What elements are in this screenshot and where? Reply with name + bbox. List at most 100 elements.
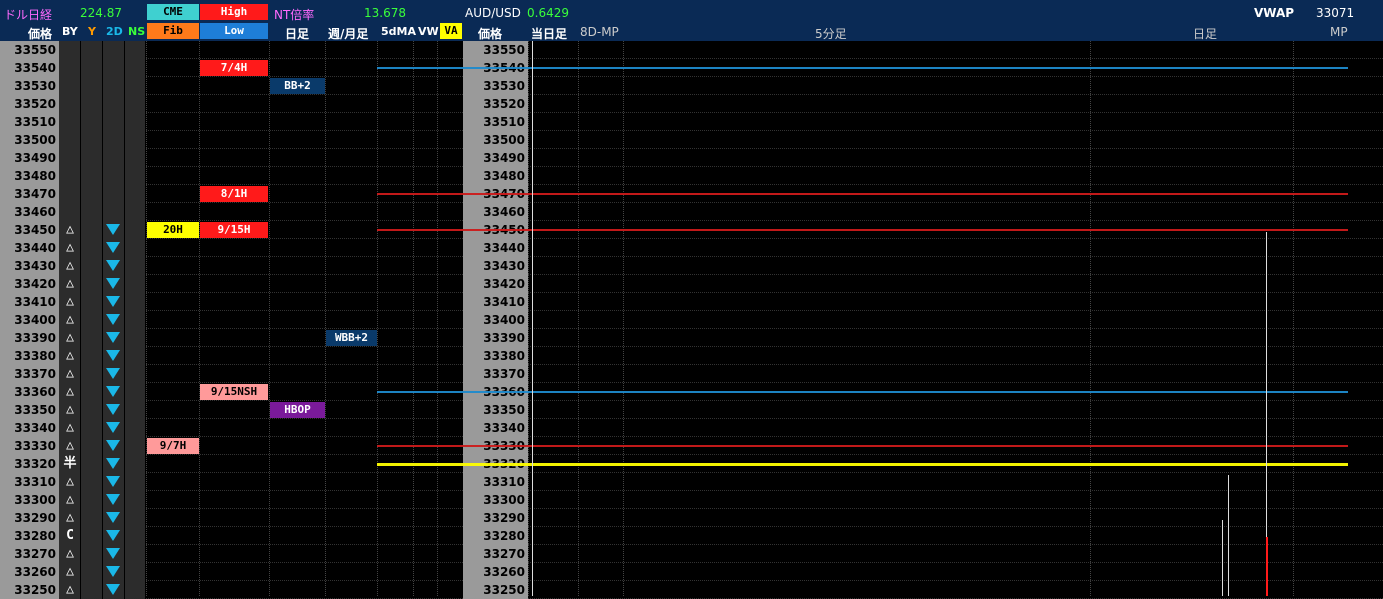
down-triangle-icon — [106, 404, 120, 415]
price-cell-right[interactable]: 33430 — [463, 257, 528, 275]
price-cell[interactable]: 33450 — [0, 221, 59, 239]
price-cell-right[interactable]: 33280 — [463, 527, 528, 545]
down-triangle-icon — [106, 422, 120, 433]
price-cell[interactable]: 33530 — [0, 77, 59, 95]
price-row: 33280 C 33280 — [0, 527, 1383, 545]
down-triangle-icon — [106, 278, 120, 289]
price-cell[interactable]: 33510 — [0, 113, 59, 131]
price-cell-right[interactable]: 33440 — [463, 239, 528, 257]
price-cell[interactable]: 33430 — [0, 257, 59, 275]
mp-profile-line — [1228, 475, 1229, 596]
mp-header: MP — [1330, 25, 1348, 39]
price-cell-right[interactable]: 33500 — [463, 131, 528, 149]
price-cell[interactable]: 33550 — [0, 41, 59, 59]
price-cell-right[interactable]: 33420 — [463, 275, 528, 293]
price-cell[interactable]: 33400 — [0, 311, 59, 329]
price-cell[interactable]: 33380 — [0, 347, 59, 365]
price-cell-right[interactable]: 33250 — [463, 581, 528, 599]
price-cell[interactable]: 33470 — [0, 185, 59, 203]
y-column-header: Y — [88, 25, 96, 38]
price-cell[interactable]: 33330 — [0, 437, 59, 455]
price-cell[interactable]: 33280 — [0, 527, 59, 545]
price-cell[interactable]: 33320 — [0, 455, 59, 473]
price-cell-right[interactable]: 33350 — [463, 401, 528, 419]
price-cell-right[interactable]: 33370 — [463, 365, 528, 383]
price-cell[interactable]: 33290 — [0, 509, 59, 527]
price-cell[interactable]: 33540 — [0, 59, 59, 77]
ns-cell — [125, 347, 146, 365]
price-cell-right[interactable]: 33460 — [463, 203, 528, 221]
price-cell-right[interactable]: 33340 — [463, 419, 528, 437]
price-cell[interactable]: 33270 — [0, 545, 59, 563]
fib-column-header[interactable]: Fib — [147, 23, 199, 39]
price-cell-right[interactable]: 33480 — [463, 167, 528, 185]
ns-cell — [125, 41, 146, 59]
price-cell[interactable]: 33490 — [0, 149, 59, 167]
low-column-header[interactable]: Low — [200, 23, 268, 39]
by-column-header: BY — [62, 25, 78, 38]
price-cell[interactable]: 33500 — [0, 131, 59, 149]
price-cell-right[interactable]: 33270 — [463, 545, 528, 563]
by-mark: C — [66, 528, 74, 543]
by-mark: △ — [66, 492, 74, 507]
price-cell[interactable]: 33260 — [0, 563, 59, 581]
price-cell[interactable]: 33480 — [0, 167, 59, 185]
price-cell[interactable]: 33420 — [0, 275, 59, 293]
vw-column-header: VW — [418, 25, 439, 38]
ns-cell — [125, 437, 146, 455]
down-triangle-icon — [106, 242, 120, 253]
price-cell[interactable]: 33340 — [0, 419, 59, 437]
weekly-indicator-tag: WBB+2 — [326, 330, 377, 346]
price-cell-right[interactable]: 33490 — [463, 149, 528, 167]
price-cell-right[interactable]: 33260 — [463, 563, 528, 581]
down-triangle-icon — [106, 476, 120, 487]
weekly-monthly-column-header: 週/月足 — [328, 27, 369, 41]
price-cell-right[interactable]: 33290 — [463, 509, 528, 527]
price-cell-right[interactable]: 33310 — [463, 473, 528, 491]
price-cell-right[interactable]: 33530 — [463, 77, 528, 95]
price-cell[interactable]: 33440 — [0, 239, 59, 257]
price-cell-right[interactable]: 33550 — [463, 41, 528, 59]
price-row: 33390 △ WBB+2 33390 — [0, 329, 1383, 347]
price-row: 33450△20H9/15H33450 — [0, 221, 1383, 239]
today-candle-header: 当日足 — [531, 27, 568, 41]
price-cell[interactable]: 33370 — [0, 365, 59, 383]
price-cell-right[interactable]: 33410 — [463, 293, 528, 311]
price-cell-right[interactable]: 33390 — [463, 329, 528, 347]
today-candle-wick — [532, 41, 533, 596]
price-cell[interactable]: 33520 — [0, 95, 59, 113]
high-badge[interactable]: High — [200, 4, 268, 20]
y-cell — [81, 239, 103, 257]
price-cell[interactable]: 33350 — [0, 401, 59, 419]
price-cell[interactable]: 33360 — [0, 383, 59, 401]
cme-badge[interactable]: CME — [147, 4, 199, 20]
price-cell[interactable]: 33310 — [0, 473, 59, 491]
price-cell[interactable]: 33460 — [0, 203, 59, 221]
price-cell-right[interactable]: 33300 — [463, 491, 528, 509]
y-cell — [81, 275, 103, 293]
ns-cell — [125, 257, 146, 275]
blue-level-line — [377, 67, 1348, 69]
by-mark: 半 — [63, 456, 77, 471]
down-triangle-icon — [106, 548, 120, 559]
price-cell-right[interactable]: 33400 — [463, 311, 528, 329]
price-cell-right[interactable]: 33520 — [463, 95, 528, 113]
y-cell — [81, 167, 103, 185]
price-cell-right[interactable]: 33510 — [463, 113, 528, 131]
vwap-value: 33071 — [1316, 6, 1355, 20]
down-triangle-icon — [106, 368, 120, 379]
price-cell-right[interactable]: 33380 — [463, 347, 528, 365]
price-cell[interactable]: 33250 — [0, 581, 59, 599]
price-row: 33400 △ 33400 — [0, 311, 1383, 329]
price-cell[interactable]: 33390 — [0, 329, 59, 347]
y-cell — [81, 347, 103, 365]
y-cell — [81, 527, 103, 545]
price-cell[interactable]: 33410 — [0, 293, 59, 311]
ns-cell — [125, 365, 146, 383]
ns-cell — [125, 545, 146, 563]
price-cell[interactable]: 33300 — [0, 491, 59, 509]
2d-cell — [103, 95, 125, 113]
down-triangle-icon — [106, 458, 120, 469]
by-mark: △ — [66, 276, 74, 291]
va-column-header[interactable]: VA — [440, 23, 462, 39]
